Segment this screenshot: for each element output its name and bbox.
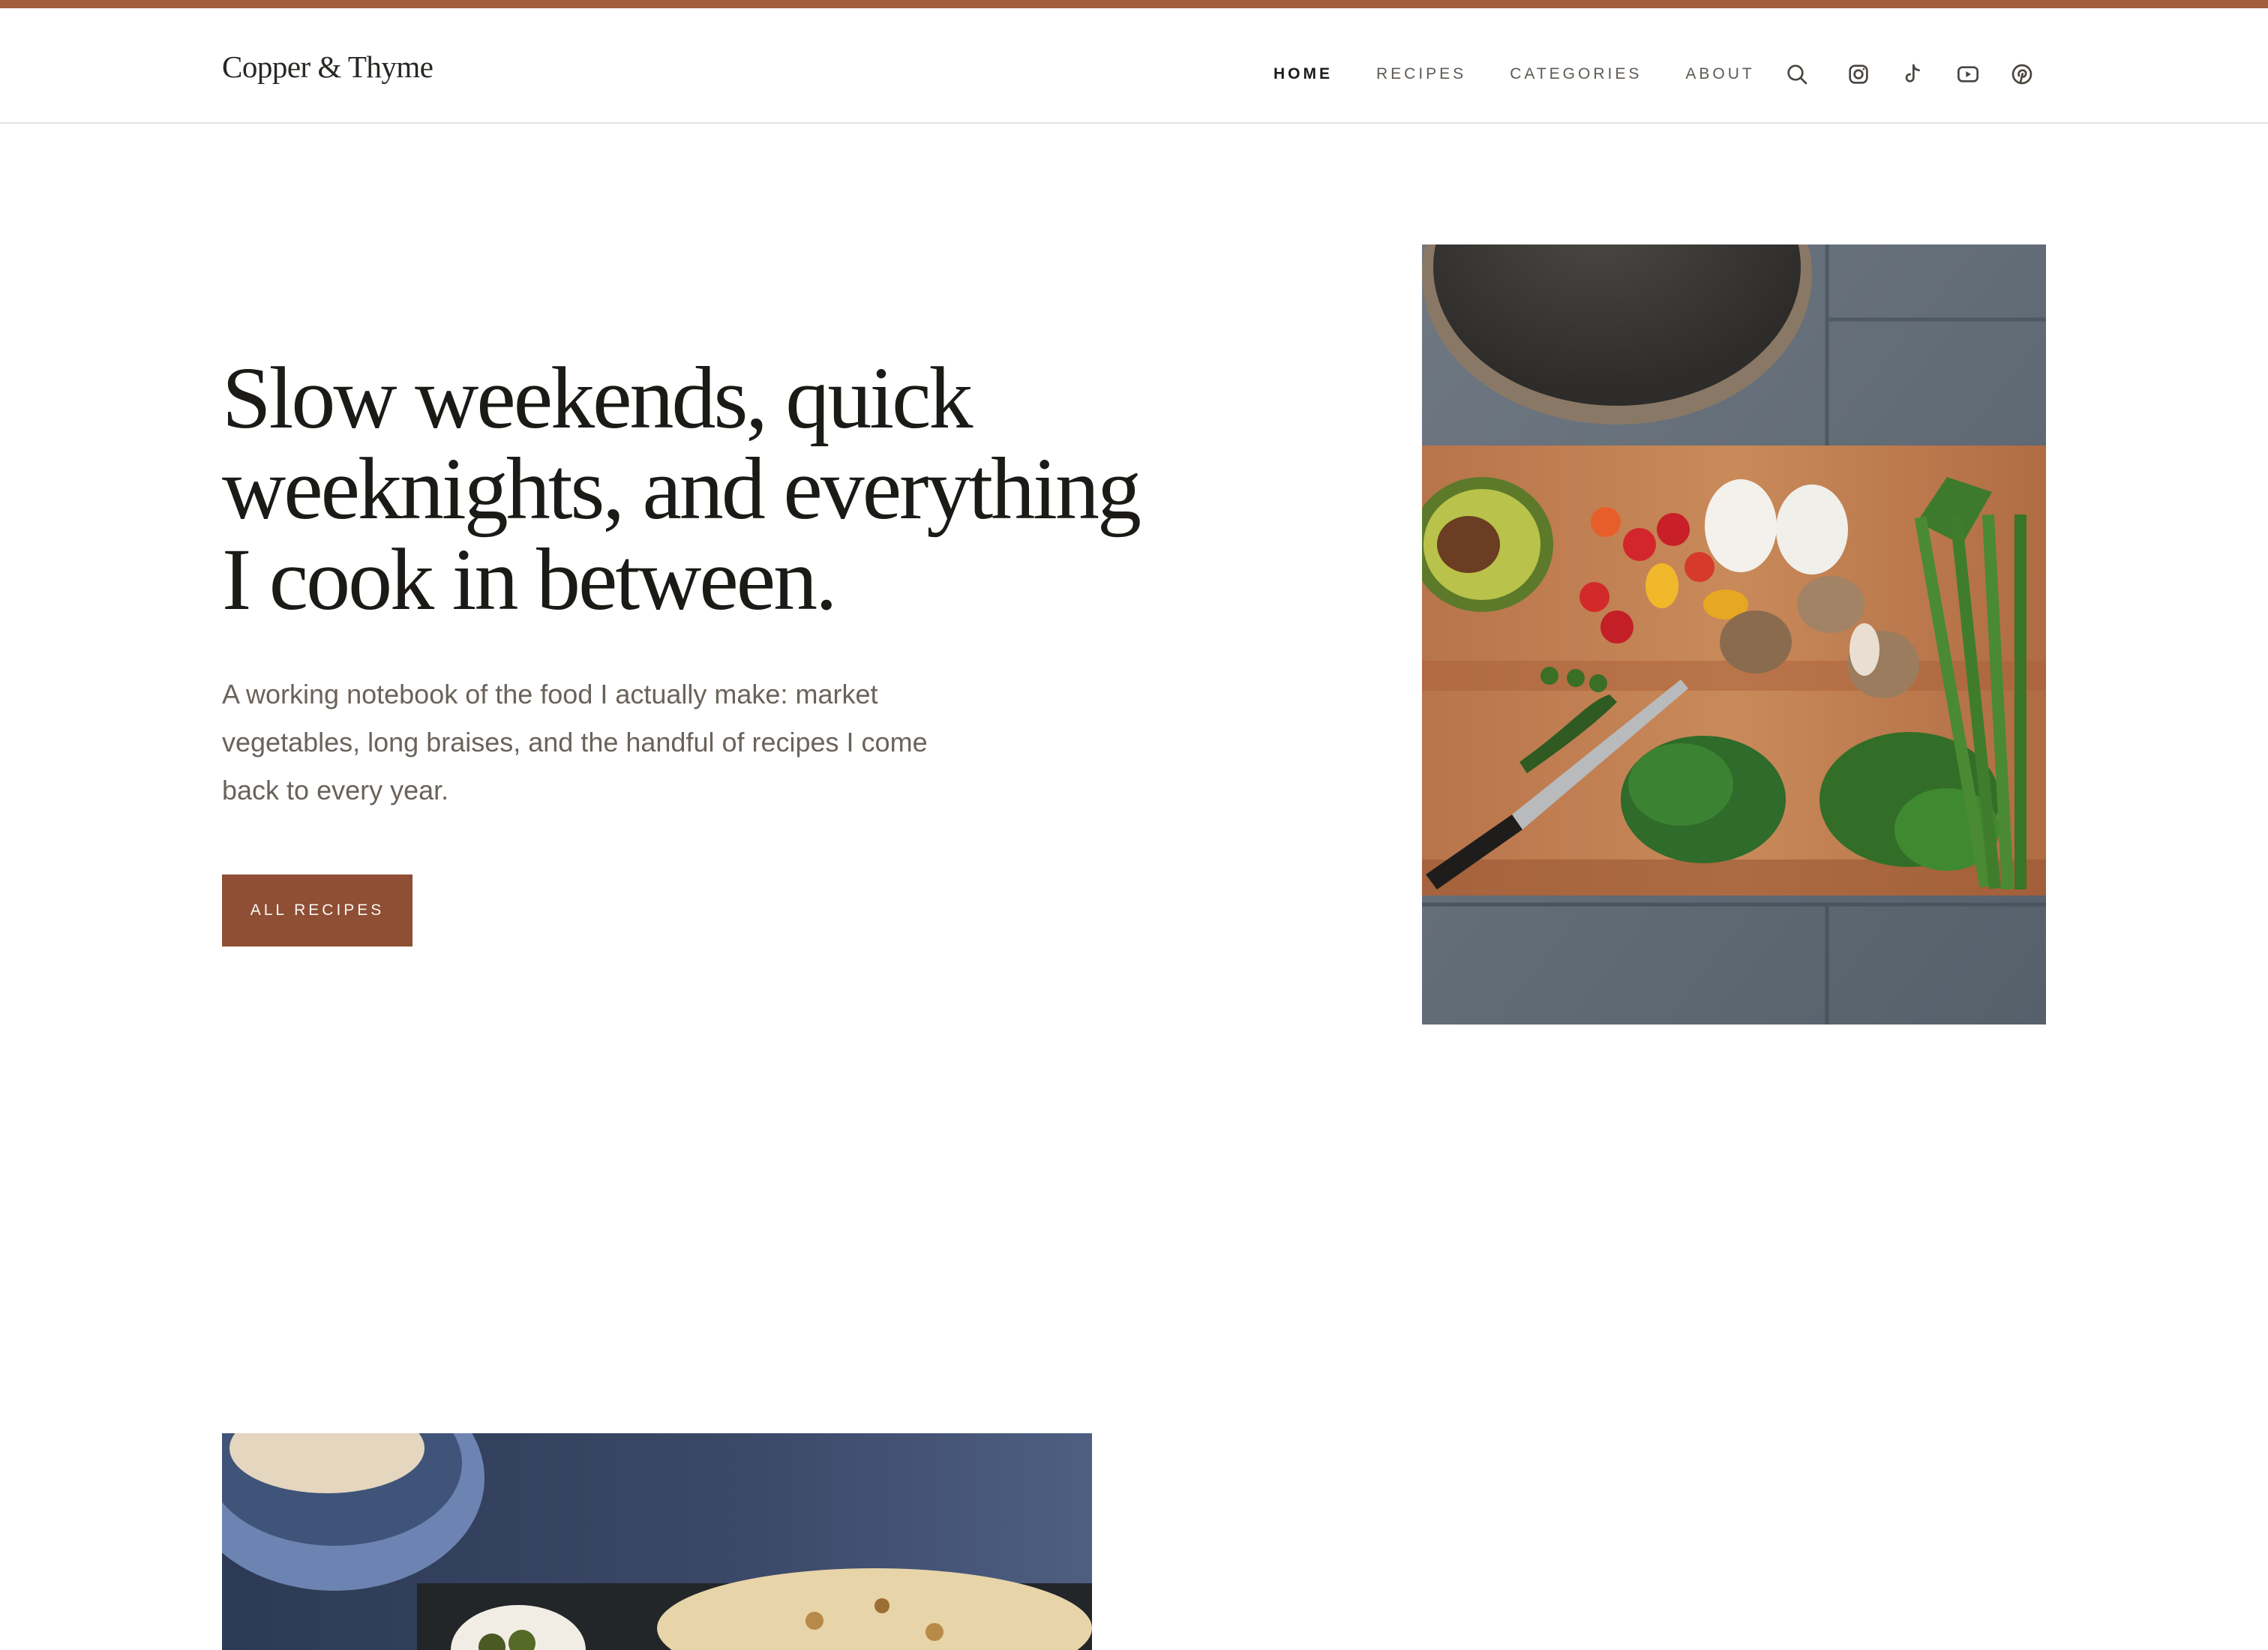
hero-title: Slow weekends, quick weeknights, and eve… <box>222 352 1197 625</box>
search-icon[interactable] <box>1784 61 1810 88</box>
nav-categories[interactable]: CATEGORIES <box>1510 65 1642 83</box>
instagram-icon[interactable] <box>1845 61 1872 88</box>
site-header: Copper & Thyme HOME RECIPES CATEGORIES A… <box>0 8 2268 124</box>
nav-home[interactable]: HOME <box>1274 65 1333 83</box>
hero-subtitle-line: vegetables, long braises, and the handfu… <box>222 727 928 758</box>
site-logo[interactable]: Copper & Thyme <box>222 49 434 85</box>
all-recipes-button[interactable]: ALL RECIPES <box>222 874 412 946</box>
cutting-board-vegetables-photo <box>1422 244 2046 1024</box>
pinterest-icon[interactable] <box>2008 61 2036 88</box>
main-nav: HOME RECIPES CATEGORIES ABOUT <box>1274 56 1755 93</box>
youtube-icon[interactable] <box>1954 61 1982 88</box>
hero-image <box>1422 244 2046 1024</box>
hero-title-line: weeknights, and everything <box>222 440 1142 538</box>
hero-title-line: Slow weekends, quick <box>222 349 974 447</box>
tiktok-icon[interactable] <box>1899 61 1926 88</box>
hero-subtitle-line: A working notebook of the food I actuall… <box>222 679 878 710</box>
hero-title-line: I cook in between. <box>222 530 838 628</box>
nav-recipes[interactable]: RECIPES <box>1376 65 1466 83</box>
flatbread-dish-photo <box>222 1433 1092 1650</box>
nav-about[interactable]: ABOUT <box>1685 65 1754 83</box>
hero-subtitle-line: back to every year. <box>222 775 449 806</box>
header-icons <box>1784 57 2036 92</box>
hero-subtitle: A working notebook of the food I actuall… <box>222 670 1017 814</box>
featured-image <box>222 1433 1092 1650</box>
top-accent-bar <box>0 0 2268 8</box>
